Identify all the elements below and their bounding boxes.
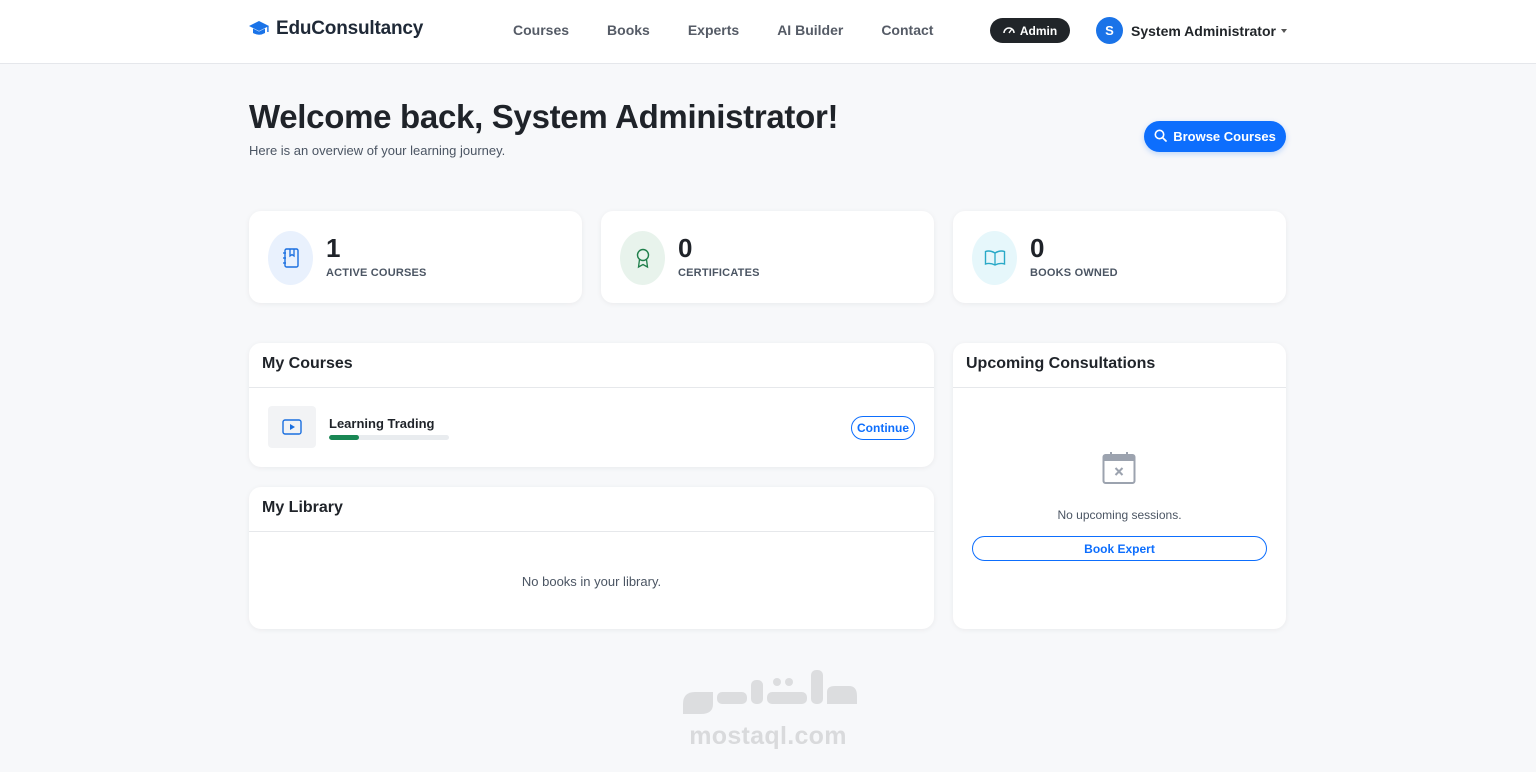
top-navbar: EduConsultancy Courses Books Experts AI …: [0, 0, 1536, 64]
brand-logo[interactable]: EduConsultancy: [248, 18, 423, 40]
page-subtitle: Here is an overview of your learning jou…: [249, 143, 506, 158]
book-open-icon: [972, 231, 1017, 285]
journal-bookmark-icon: [268, 231, 313, 285]
nav-link-contact[interactable]: Contact: [881, 22, 933, 38]
stat-card-certificates: 0 CERTIFICATES: [601, 211, 934, 303]
browse-courses-label: Browse Courses: [1173, 129, 1276, 144]
page-title: Welcome back, System Administrator!: [249, 98, 839, 135]
play-video-icon[interactable]: [268, 406, 316, 448]
library-empty-text: No books in your library.: [521, 574, 662, 589]
speedometer-icon: [1003, 24, 1015, 38]
stat-card-active-courses: 1 ACTIVE COURSES: [249, 211, 582, 303]
stat-label: ACTIVE COURSES: [326, 267, 427, 279]
stat-label: BOOKS OWNED: [1030, 267, 1118, 279]
brand-name: EduConsultancy: [276, 18, 424, 39]
stat-value: 1: [326, 233, 341, 263]
watermark: mostaql.com: [668, 662, 868, 751]
nav-link-experts[interactable]: Experts: [688, 22, 739, 38]
search-icon: [1154, 129, 1168, 145]
my-library-panel: My Library No books in your library.: [249, 487, 934, 629]
watermark-text: mostaql.com: [689, 722, 847, 750]
admin-dashboard-button[interactable]: Admin: [990, 18, 1070, 43]
admin-badge-label: Admin: [1019, 23, 1058, 38]
panel-title: My Library: [262, 499, 343, 516]
main-nav: Courses Books Experts AI Builder Contact: [513, 22, 971, 38]
chevron-down-icon: [1280, 28, 1287, 33]
browse-courses-button[interactable]: Browse Courses: [1144, 121, 1286, 152]
stat-value: 0: [678, 233, 693, 263]
divider: [249, 387, 934, 388]
continue-button[interactable]: Continue: [851, 416, 915, 440]
panel-title: My Courses: [262, 355, 353, 372]
book-expert-button[interactable]: Book Expert: [972, 536, 1267, 561]
my-courses-panel: My Courses Learning Trading Continue: [249, 343, 934, 467]
nav-link-books[interactable]: Books: [607, 22, 650, 38]
calendar-x-icon: [1102, 451, 1136, 490]
nav-link-ai-builder[interactable]: AI Builder: [777, 22, 843, 38]
graduation-cap-icon: [248, 18, 270, 40]
user-menu-dropdown[interactable]: S System Administrator: [1096, 17, 1287, 44]
watermark-logo: [683, 670, 857, 714]
stat-value: 0: [1030, 233, 1045, 263]
user-name: System Administrator: [1131, 22, 1276, 39]
panel-title: Upcoming Consultations: [966, 355, 1156, 372]
award-icon: [620, 231, 665, 285]
consultations-empty-text: No upcoming sessions.: [1057, 508, 1182, 522]
course-title[interactable]: Learning Trading: [329, 416, 434, 431]
progress-fill: [329, 435, 359, 440]
divider: [953, 387, 1286, 388]
nav-link-courses[interactable]: Courses: [513, 22, 569, 38]
consultations-panel: Upcoming Consultations No upcoming sessi…: [953, 343, 1286, 629]
divider: [249, 531, 934, 532]
course-progress-bar: [329, 435, 449, 440]
avatar: S: [1096, 17, 1123, 44]
stat-card-books-owned: 0 BOOKS OWNED: [953, 211, 1286, 303]
stat-label: CERTIFICATES: [678, 267, 760, 279]
